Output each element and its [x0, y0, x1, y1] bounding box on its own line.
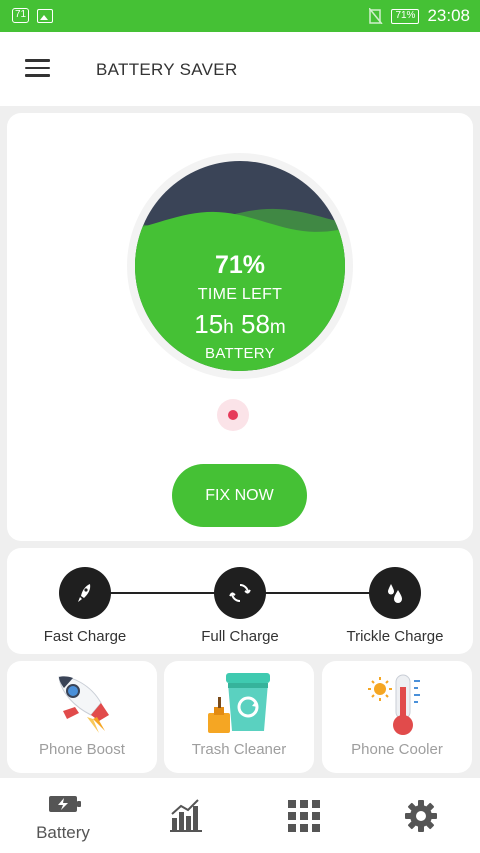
hamburger-menu-icon[interactable] — [25, 59, 50, 79]
rocket-icon — [78, 584, 91, 602]
full-charge-node[interactable] — [214, 567, 266, 619]
nav-tab-stats[interactable] — [126, 778, 246, 853]
battery-gauge: 71% TIME LEFT 15h 58m BATTERY — [127, 153, 353, 379]
phone-boost-card[interactable]: Phone Boost — [7, 661, 157, 773]
time-left-label: TIME LEFT — [197, 286, 283, 303]
notification-badge: 71 — [12, 8, 30, 23]
alert-indicator — [217, 399, 249, 431]
nav-tab-apps[interactable] — [244, 778, 364, 853]
nav-tab-settings[interactable] — [360, 778, 480, 853]
fast-charge-node[interactable] — [59, 567, 111, 619]
trash-cleaner-card[interactable]: Trash Cleaner — [164, 661, 314, 773]
charge-modes-card: Fast Charge Full Charge Trickle Charge — [7, 548, 473, 654]
nav-tab-battery[interactable]: Battery — [3, 778, 123, 853]
clock: 23:08 — [427, 6, 470, 25]
trickle-charge-label: Trickle Charge — [346, 628, 444, 645]
trickle-charge-node[interactable] — [369, 567, 421, 619]
app-bar: BATTERY SAVER — [0, 32, 480, 106]
fast-charge-label: Fast Charge — [43, 628, 127, 645]
battery-percent: 71% — [214, 251, 266, 279]
cycle-icon — [229, 584, 251, 602]
battery-icon — [49, 796, 81, 812]
trash-cleaner-label: Trash Cleaner — [191, 741, 287, 758]
fix-now-button[interactable]: FIX NOW — [172, 464, 307, 527]
phone-cooler-card[interactable]: Phone Cooler — [322, 661, 472, 773]
no-signal-icon — [369, 8, 384, 24]
page-title: BATTERY SAVER — [96, 60, 238, 79]
trash-cleaner-icon — [208, 673, 270, 733]
apps-grid-icon — [288, 800, 320, 832]
battery-label: BATTERY — [205, 345, 275, 362]
rocket-icon — [58, 676, 109, 733]
time-left-value: 15h 58m — [194, 309, 286, 339]
battery-status: 71% — [391, 8, 420, 24]
gear-icon — [405, 800, 437, 832]
droplets-icon — [388, 584, 402, 603]
thermometer-icon — [368, 674, 420, 735]
stats-icon — [170, 799, 202, 832]
nav-tab-battery-label: Battery — [36, 823, 90, 842]
full-charge-label: Full Charge — [201, 628, 279, 645]
bottom-navigation: Battery — [0, 778, 480, 853]
image-notification-icon — [37, 8, 54, 23]
battery-status-card: 71% TIME LEFT 15h 58m BATTERY FIX NOW — [7, 113, 473, 541]
status-bar: 71 71% 23:08 — [0, 0, 480, 32]
phone-cooler-label: Phone Cooler — [351, 741, 443, 758]
phone-boost-label: Phone Boost — [39, 741, 125, 758]
